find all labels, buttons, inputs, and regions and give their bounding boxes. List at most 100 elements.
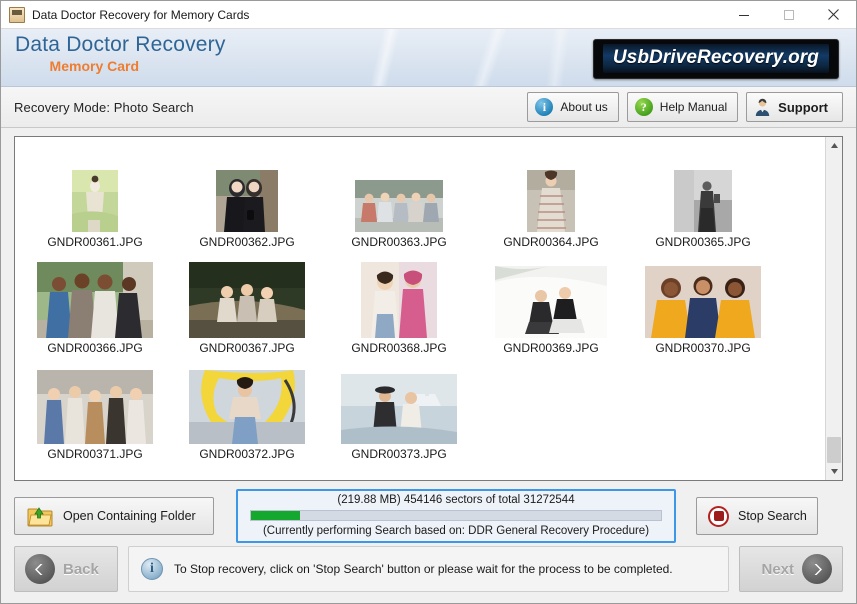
file-name: GNDR00368.JPG [351, 341, 447, 355]
footer-bar: Back i To Stop recovery, click on 'Stop … [1, 543, 856, 603]
thumbnail-box [361, 262, 437, 338]
back-label: Back [63, 560, 99, 578]
file-item[interactable]: GNDR00366.JPG [19, 249, 171, 355]
window-controls [721, 1, 856, 29]
progress-panel: (219.88 MB) 454146 sectors of total 3127… [236, 489, 676, 543]
open-containing-folder-button[interactable]: Open Containing Folder [14, 497, 214, 535]
file-item-empty [475, 355, 627, 461]
thumbnail-box [495, 266, 607, 338]
thumbnail-image [72, 170, 118, 232]
about-us-button[interactable]: i About us [527, 92, 619, 122]
thumbnail-image [674, 170, 732, 232]
brand-title: Data Doctor Recovery [15, 33, 226, 56]
about-us-label: About us [560, 100, 608, 114]
support-button[interactable]: Support [746, 92, 843, 122]
thumbnail-box [72, 160, 118, 232]
file-item[interactable]: GNDR00373.JPG [323, 355, 475, 461]
scrollbar-thumb[interactable] [827, 437, 841, 463]
main-content: GNDR00361.JPG GNDR00362.JPG GNDR00363.JP… [1, 128, 856, 543]
vendor-logo-text: UsbDriveRecovery.org [612, 47, 819, 68]
thumbnail-image [216, 170, 278, 232]
progress-sectors-text: (219.88 MB) 454146 sectors of total 3127… [337, 494, 575, 506]
file-item[interactable]: GNDR00368.JPG [323, 249, 475, 355]
file-item[interactable]: GNDR00363.JPG [323, 143, 475, 249]
file-name: GNDR00363.JPG [351, 235, 447, 249]
vendor-logo: UsbDriveRecovery.org [592, 39, 839, 79]
thumbnail-box [189, 370, 305, 444]
file-name: GNDR00370.JPG [655, 341, 751, 355]
thumbnail-grid: GNDR00361.JPG GNDR00362.JPG GNDR00363.JP… [15, 137, 825, 480]
brand-block: Data Doctor Recovery Memory Card [15, 33, 226, 74]
thumbnail-box [37, 370, 153, 444]
file-item[interactable]: GNDR00365.JPG [627, 143, 779, 249]
thumbnail-box [341, 372, 457, 444]
scroll-down-button[interactable] [826, 463, 842, 480]
folder-up-arrow-icon [27, 506, 53, 527]
file-name: GNDR00366.JPG [47, 341, 143, 355]
thumbnail-box [37, 262, 153, 338]
thumbnail-box [674, 160, 732, 232]
support-agent-icon [754, 98, 771, 116]
progress-status-text: (Currently performing Search based on: D… [262, 525, 650, 537]
chevron-right-icon [802, 554, 832, 584]
file-item[interactable]: GNDR00370.JPG [627, 249, 779, 355]
close-icon[interactable] [811, 1, 856, 29]
thumbnail-image [645, 266, 761, 338]
status-bar: i To Stop recovery, click on 'Stop Searc… [128, 546, 729, 592]
stop-search-button[interactable]: Stop Search [696, 497, 818, 535]
window-title: Data Doctor Recovery for Memory Cards [32, 7, 250, 22]
thumbnail-box [355, 160, 443, 232]
minimize-icon[interactable] [721, 1, 766, 29]
file-item[interactable]: GNDR00371.JPG [19, 355, 171, 461]
file-name: GNDR00372.JPG [199, 447, 295, 461]
grid-row: GNDR00361.JPG GNDR00362.JPG GNDR00363.JP… [19, 143, 821, 249]
app-icon [9, 6, 25, 23]
back-button[interactable]: Back [14, 546, 118, 592]
toolbar: Recovery Mode: Photo Search i About us ?… [1, 87, 856, 128]
open-containing-folder-label: Open Containing Folder [63, 509, 196, 523]
app-banner: Data Doctor Recovery Memory Card UsbDriv… [1, 29, 856, 87]
scrollbar-track[interactable] [826, 154, 842, 463]
file-name: GNDR00367.JPG [199, 341, 295, 355]
thumbnail-box [645, 266, 761, 338]
file-name: GNDR00362.JPG [199, 235, 295, 249]
thumbnail-image [37, 370, 153, 444]
file-item[interactable]: GNDR00362.JPG [171, 143, 323, 249]
file-item[interactable]: GNDR00364.JPG [475, 143, 627, 249]
file-name: GNDR00365.JPG [655, 235, 751, 249]
thumbnail-image [495, 266, 607, 338]
file-item[interactable]: GNDR00367.JPG [171, 249, 323, 355]
file-item[interactable]: GNDR00372.JPG [171, 355, 323, 461]
thumbnail-image [355, 180, 443, 232]
thumbnail-image [37, 262, 153, 338]
file-name: GNDR00364.JPG [503, 235, 599, 249]
support-label: Support [778, 99, 828, 115]
thumbnail-image [527, 170, 575, 232]
file-item[interactable]: GNDR00369.JPG [475, 249, 627, 355]
recovery-mode-label: Recovery Mode: Photo Search [14, 99, 194, 115]
grid-row: GNDR00366.JPG GNDR00367.JPG GNDR00368.JP… [19, 249, 821, 355]
progress-bar-fill [251, 511, 301, 520]
help-manual-button[interactable]: ? Help Manual [626, 92, 739, 122]
help-manual-label: Help Manual [659, 100, 728, 114]
next-button[interactable]: Next [739, 546, 843, 592]
vertical-scrollbar[interactable] [825, 137, 842, 480]
brand-subtitle: Memory Card [49, 58, 140, 74]
info-icon: i [535, 98, 554, 116]
thumbnail-box [189, 262, 305, 338]
maximize-icon[interactable] [766, 1, 811, 29]
file-name: GNDR00361.JPG [47, 235, 143, 249]
file-item[interactable]: GNDR00361.JPG [19, 143, 171, 249]
stop-search-label: Stop Search [738, 509, 807, 523]
thumbnail-box [527, 160, 575, 232]
scroll-up-button[interactable] [826, 137, 842, 154]
question-icon: ? [634, 98, 653, 116]
grid-row: GNDR00371.JPG GNDR00372.JPG GNDR00373.JP… [19, 355, 821, 461]
application-window: Data Doctor Recovery for Memory Cards Da… [0, 0, 857, 604]
progress-bar [250, 510, 662, 521]
action-row: Open Containing Folder (219.88 MB) 45414… [14, 481, 843, 543]
thumbnail-box [216, 160, 278, 232]
file-item-empty [627, 355, 779, 461]
thumbnail-image [361, 262, 437, 338]
file-name: GNDR00369.JPG [503, 341, 599, 355]
